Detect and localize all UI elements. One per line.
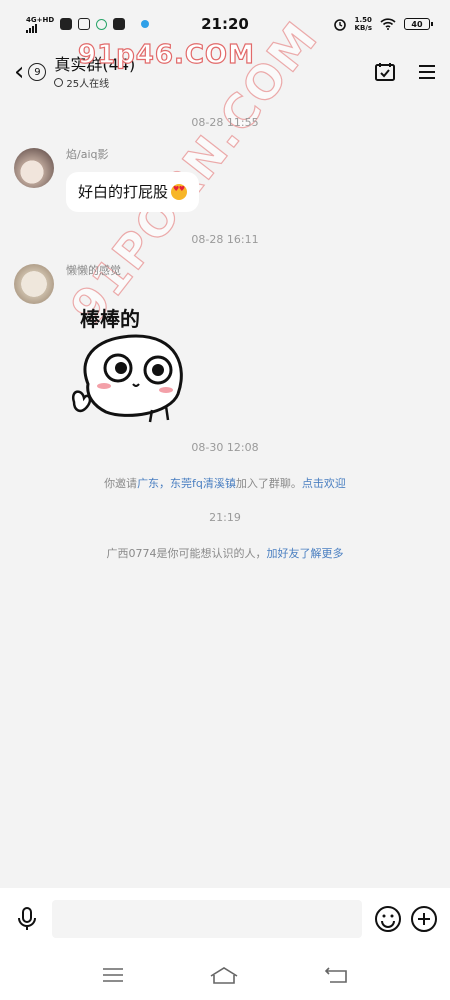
avatar[interactable]	[14, 264, 54, 304]
chat-header: ‹ 9 真实群(44) 25人在线	[0, 48, 450, 96]
message-item: 焰/aiq影 好白的打屁股	[14, 148, 200, 212]
recent-apps-icon[interactable]	[102, 967, 124, 983]
alarm-icon	[333, 19, 346, 31]
microphone-icon	[18, 907, 36, 930]
back-nav-icon[interactable]	[324, 966, 348, 984]
app-notification-icon	[113, 18, 126, 30]
system-text: 广西0774是你可能想认识的人，	[106, 547, 267, 560]
voice-button[interactable]	[12, 906, 42, 932]
signal-icon	[26, 23, 54, 33]
system-message: 你邀请广东，东莞fq清溪镇加入了群聊。点击欢迎	[0, 475, 450, 491]
member-names-link[interactable]: 广东，东莞fq清溪镇	[137, 477, 236, 490]
timestamp: 08-28 16:11	[191, 233, 259, 246]
timestamp: 08-30 12:08	[191, 441, 259, 454]
speed-unit: KB/s	[354, 24, 372, 32]
system-text: 你邀请	[104, 477, 138, 490]
app-notification-icon	[78, 18, 91, 30]
network-speed: 1.50 KB/s	[355, 16, 372, 32]
system-text: 加入了群聊。	[235, 477, 302, 490]
avatar[interactable]	[14, 148, 54, 188]
message-input[interactable]	[52, 900, 362, 938]
calendar-check-icon[interactable]	[374, 61, 396, 83]
sticker-caption: 棒棒的	[80, 307, 140, 331]
system-message: 广西0774是你可能想认识的人，加好友了解更多	[0, 545, 450, 561]
emoji-icon[interactable]	[374, 905, 402, 933]
menu-icon[interactable]	[418, 64, 436, 80]
home-icon[interactable]	[209, 966, 239, 984]
unread-count-badge[interactable]: 9	[28, 63, 47, 81]
add-friend-link[interactable]: 加好友了解更多	[267, 547, 344, 560]
timestamp: 21:19	[209, 511, 241, 524]
online-status: 25人在线	[54, 75, 135, 90]
plus-icon[interactable]	[410, 905, 438, 933]
input-bar	[0, 888, 450, 950]
system-nav-bar	[0, 950, 450, 1000]
welcome-link[interactable]: 点击欢迎	[302, 477, 346, 490]
message-notification-icon	[96, 18, 108, 30]
back-icon[interactable]: ‹	[14, 59, 24, 85]
sender-name: 焰/aiq影	[66, 148, 109, 161]
sticker-face-icon: 棒棒的	[71, 307, 183, 423]
message-item: 懒懒的感觉 棒棒的	[14, 264, 196, 424]
app-notification-icon	[60, 18, 73, 30]
network-indicator: 4G+HD	[26, 16, 54, 33]
wifi-icon	[380, 18, 396, 30]
sticker[interactable]: 棒棒的	[66, 284, 196, 424]
speed-value: 1.50	[354, 16, 372, 24]
chat-title[interactable]: 真实群(44)	[54, 55, 135, 75]
sender-name: 懒懒的感觉	[66, 264, 121, 277]
battery-icon: 40	[404, 18, 433, 30]
online-count: 25人在线	[66, 78, 110, 90]
battery-level: 40	[411, 19, 423, 29]
message-text: 好白的打屁股	[78, 183, 169, 201]
timestamp: 08-28 11:55	[191, 116, 259, 129]
network-type: 4G+HD	[26, 15, 55, 24]
message-bubble[interactable]: 好白的打屁股	[66, 172, 200, 212]
online-icon	[54, 77, 64, 87]
status-bar: 4G+HD 21:20 1.50 KB/s 40	[0, 0, 450, 48]
star-struck-emoji-icon	[171, 184, 188, 200]
app-notification-icon	[141, 20, 150, 28]
